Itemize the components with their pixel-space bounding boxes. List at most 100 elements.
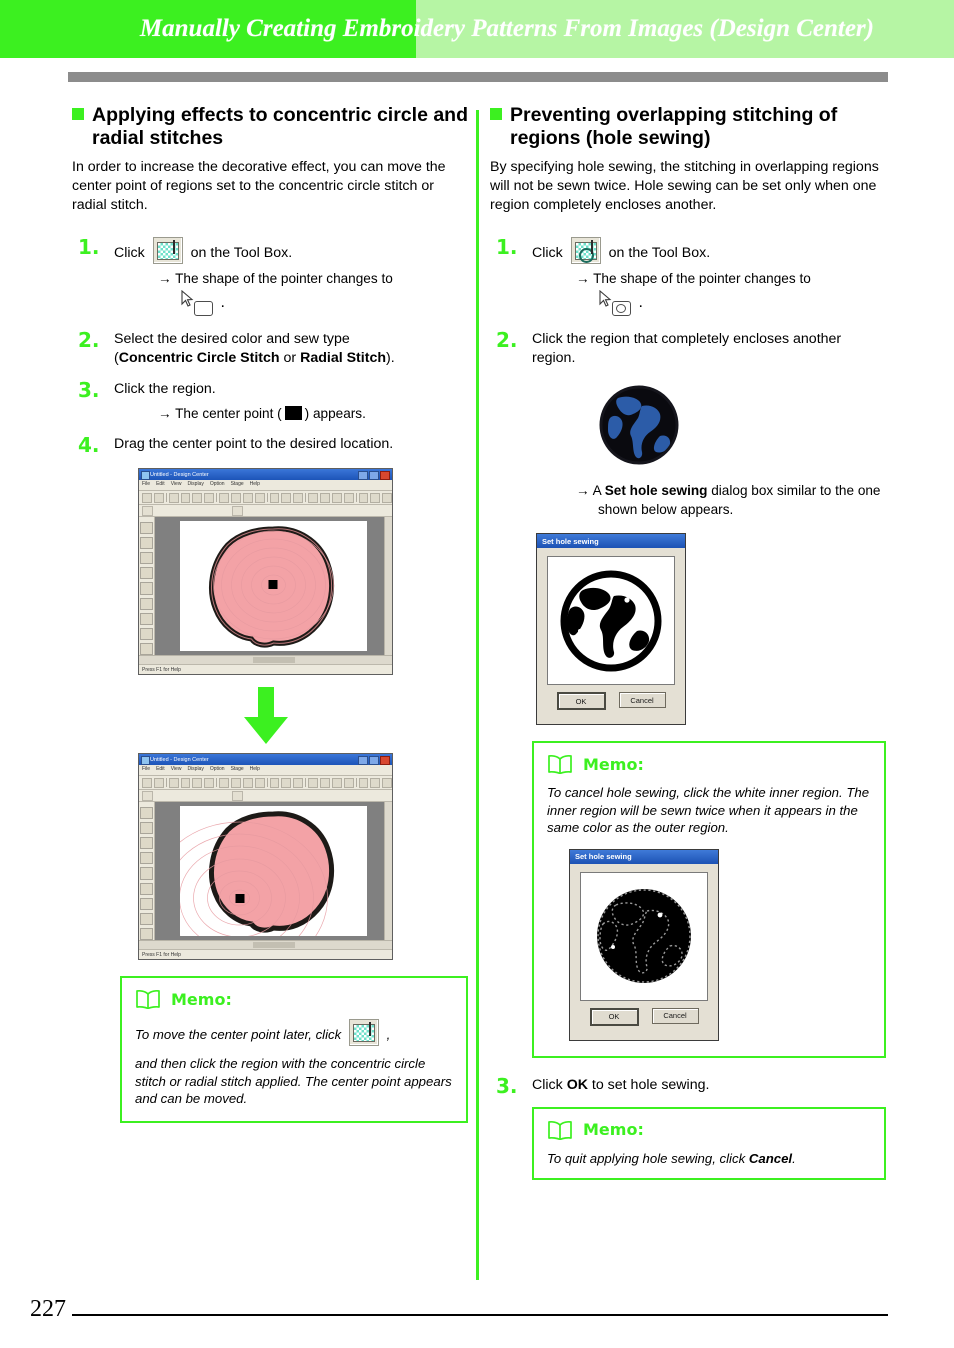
minimize-icon[interactable] — [358, 471, 368, 480]
cancel-button[interactable]: Cancel — [651, 1007, 699, 1024]
minimize-icon[interactable] — [358, 756, 368, 765]
app-canvas-area[interactable] — [155, 802, 392, 940]
pointer-illustration: . — [532, 290, 886, 316]
tool-box-item[interactable] — [140, 567, 153, 580]
step-number: 2. — [78, 328, 100, 352]
vertical-scrollbar[interactable] — [384, 517, 392, 655]
window-controls[interactable] — [358, 471, 390, 480]
app-toolbar[interactable] — [139, 491, 393, 505]
app-secondary-toolbar[interactable] — [139, 505, 392, 517]
close-icon[interactable] — [380, 756, 390, 765]
concentric-center-tool-icon[interactable] — [152, 237, 183, 264]
app-window-title: Untitled - Design Center — [150, 756, 209, 763]
tool-box-item[interactable] — [140, 612, 153, 625]
dialog-preview-area[interactable] — [547, 556, 675, 685]
step-text: Select the desired color and sew type (C… — [114, 331, 395, 366]
app-title-bar: Untitled - Design Center — [139, 754, 392, 765]
tool-box-item[interactable] — [140, 582, 153, 595]
dialog-title: Set hole sewing — [575, 852, 632, 861]
vertical-scrollbar[interactable] — [384, 802, 392, 940]
globe-all-black-dotted-icon — [597, 889, 691, 983]
step-text: Click the region. — [114, 381, 216, 397]
tool-box-item[interactable] — [140, 912, 153, 925]
hole-sewing-tool-icon[interactable] — [570, 237, 601, 264]
app-canvas[interactable] — [155, 806, 367, 940]
memo-text: To cancel hole sewing, click the white i… — [547, 785, 870, 835]
tool-box-item[interactable] — [140, 807, 153, 820]
tool-box-item[interactable] — [140, 597, 153, 610]
page-footer: 227 — [0, 1296, 954, 1326]
step-result: → The shape of the pointer changes to — [576, 271, 811, 286]
book-icon — [548, 1120, 572, 1140]
horizontal-scrollbar[interactable] — [139, 655, 392, 664]
book-icon — [548, 754, 572, 774]
memo-header: Memo: — [547, 754, 871, 774]
app-status-bar: Press F1 for Help — [139, 949, 392, 959]
step-text: Click OK to set hole sewing. — [532, 1076, 710, 1093]
tool-box-item[interactable] — [140, 897, 153, 910]
design-center-screenshot-after: Untitled - Design Center File Edit View Dis… — [138, 753, 393, 960]
step-number: 3. — [496, 1073, 518, 1098]
maximize-icon[interactable] — [369, 471, 379, 480]
memo-label: Memo: — [583, 1120, 644, 1139]
step-number: 3. — [78, 378, 100, 402]
app-menu-bar[interactable]: File Edit View Display Option Stage Help — [139, 480, 392, 491]
globe-color-illustration — [598, 384, 886, 471]
app-secondary-toolbar[interactable] — [139, 790, 392, 802]
page-title: Manually Creating Embroidery Patterns Fr… — [139, 15, 874, 42]
app-tool-box[interactable] — [139, 802, 155, 940]
tool-box-item[interactable] — [140, 627, 153, 640]
column-divider — [476, 110, 479, 1280]
dialog-buttons: OK Cancel — [580, 1001, 708, 1034]
set-hole-sewing-dialog-1: Set hole sewing OK Cancel — [536, 533, 686, 725]
app-canvas-area[interactable] — [155, 517, 392, 655]
maximize-icon[interactable] — [369, 756, 379, 765]
ok-button[interactable]: OK — [556, 692, 606, 710]
scrollbar-thumb[interactable] — [252, 942, 295, 948]
tool-box-item[interactable] — [140, 852, 153, 865]
tool-box-item[interactable] — [140, 537, 153, 550]
tool-box-item[interactable] — [140, 642, 153, 655]
globe-icon — [599, 385, 679, 465]
right-intro-text: By specifying hole sewing, the stitching… — [490, 159, 879, 213]
tool-box-item[interactable] — [140, 882, 153, 895]
tool-box-item[interactable] — [140, 822, 153, 835]
dialog-title: Set hole sewing — [542, 536, 599, 546]
left-step-1: 1. Click on the Tool Box. → The shape of… — [72, 235, 468, 316]
dialog-preview-area[interactable] — [580, 871, 708, 1001]
step-number: 1. — [78, 235, 100, 259]
arrow-down-icon — [243, 687, 288, 744]
right-step-3: 3. Click OK to set hole sewing. — [490, 1073, 886, 1098]
book-icon — [136, 989, 160, 1009]
step-text: Click the region that completely enclose… — [532, 331, 842, 366]
ok-button[interactable]: OK — [589, 1007, 639, 1026]
scrollbar-thumb[interactable] — [252, 657, 295, 663]
cancel-button[interactable]: Cancel — [618, 692, 666, 708]
step-number: 1. — [496, 235, 518, 259]
step-number: 4. — [78, 433, 100, 457]
concentric-center-tool-icon[interactable] — [348, 1019, 379, 1046]
window-controls[interactable] — [358, 756, 390, 765]
tool-box-item[interactable] — [140, 867, 153, 880]
right-memo-box-1: Memo: To cancel hole sewing, click the w… — [532, 741, 886, 1058]
step-text: Click on the Tool Box. — [532, 237, 886, 264]
app-canvas[interactable] — [180, 521, 367, 651]
app-menu-bar[interactable]: File Edit View Display Option Stage Help — [139, 765, 392, 776]
left-intro-text: In order to increase the decorative effe… — [72, 159, 446, 213]
globe-black-white-icon — [560, 570, 662, 671]
pointer-cursor-icon — [180, 290, 216, 316]
dialog-buttons: OK Cancel — [547, 685, 675, 718]
horizontal-scrollbar[interactable] — [139, 940, 392, 949]
app-tool-box[interactable] — [139, 517, 155, 655]
tool-box-item[interactable] — [140, 552, 153, 565]
right-column: Preventing overlapping stitching of regi… — [490, 104, 886, 1180]
header-gray-rule — [68, 72, 888, 82]
tool-box-item[interactable] — [140, 522, 153, 535]
step-number: 2. — [496, 328, 518, 352]
step-result: → The shape of the pointer changes to — [158, 271, 393, 286]
close-icon[interactable] — [380, 471, 390, 480]
app-toolbar[interactable] — [139, 776, 393, 790]
pointer-badge-square-icon — [194, 301, 213, 316]
tool-box-item[interactable] — [140, 837, 153, 850]
tool-box-item[interactable] — [140, 927, 153, 940]
